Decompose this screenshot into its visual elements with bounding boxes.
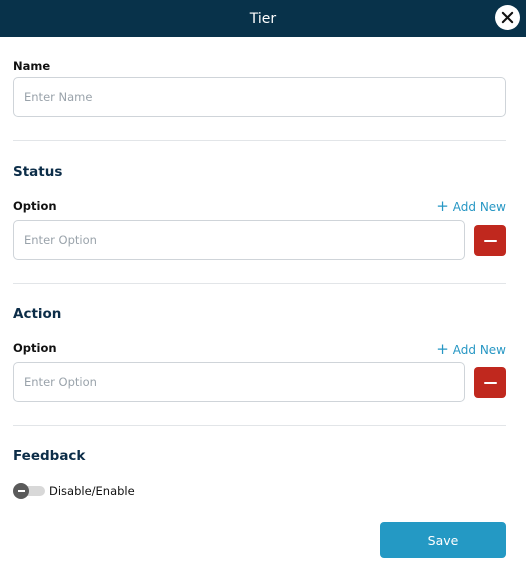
close-icon — [501, 11, 514, 24]
name-label: Name — [13, 59, 51, 73]
status-section-title: Status — [13, 164, 63, 180]
feedback-toggle[interactable] — [13, 483, 45, 499]
action-remove-option-button[interactable] — [474, 367, 506, 398]
status-add-new-label: Add New — [452, 199, 506, 214]
toggle-knob — [13, 483, 29, 499]
action-option-label: Option — [13, 341, 57, 355]
divider — [13, 140, 506, 141]
status-add-new-button[interactable]: + Add New — [436, 199, 506, 214]
status-option-input[interactable] — [13, 220, 465, 260]
feedback-section-title: Feedback — [13, 448, 86, 464]
action-add-new-label: Add New — [452, 342, 506, 357]
name-input[interactable] — [13, 77, 506, 117]
status-option-label: Option — [13, 199, 57, 213]
plus-icon: + — [436, 197, 449, 215]
feedback-toggle-label: Disable/Enable — [49, 484, 135, 498]
divider — [13, 425, 506, 426]
modal-title: Tier — [249, 10, 277, 27]
status-remove-option-button[interactable] — [474, 225, 506, 256]
plus-icon: + — [436, 340, 449, 358]
feedback-toggle-row: Disable/Enable — [13, 483, 135, 499]
action-add-new-button[interactable]: + Add New — [436, 342, 506, 357]
action-option-input[interactable] — [13, 362, 465, 402]
action-section-title: Action — [13, 306, 62, 322]
save-button[interactable]: Save — [380, 522, 506, 558]
minus-icon — [483, 381, 497, 384]
modal-header: Tier — [0, 0, 526, 37]
close-button[interactable] — [495, 5, 520, 30]
minus-icon — [483, 239, 497, 242]
minus-icon — [17, 490, 25, 492]
divider — [13, 283, 506, 284]
